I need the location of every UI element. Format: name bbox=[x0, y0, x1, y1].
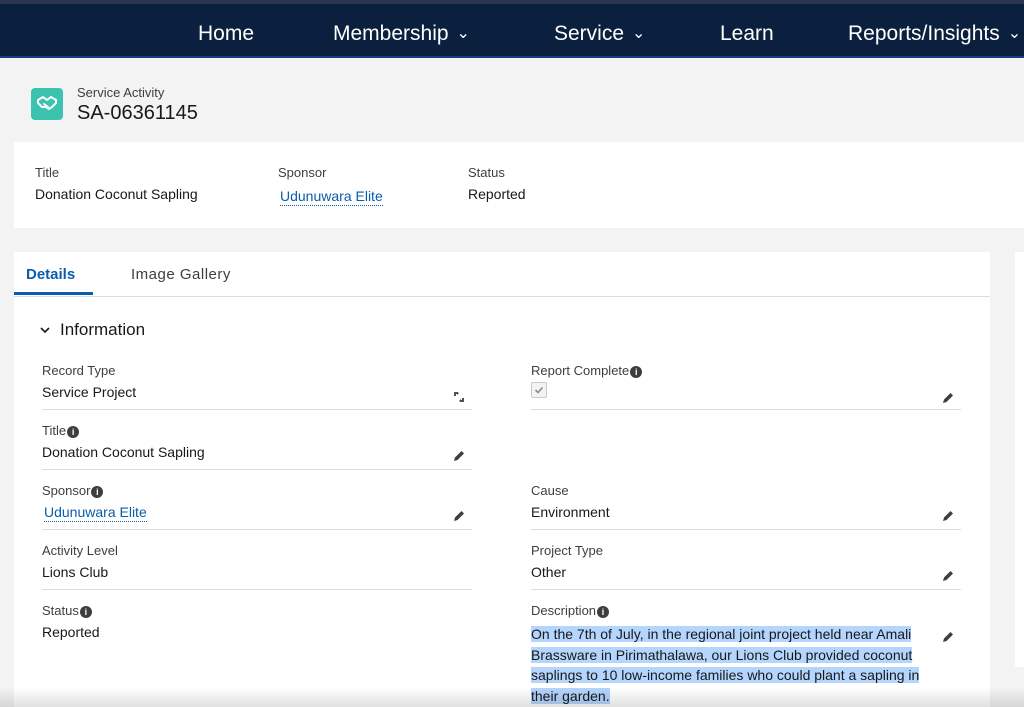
nav-item-label: Learn bbox=[720, 22, 774, 45]
field-label: Cause bbox=[531, 483, 569, 498]
field-value: Udunuwara Elite bbox=[42, 504, 147, 522]
chevron-down-icon: ⌄ bbox=[456, 25, 470, 42]
side-panel bbox=[1015, 252, 1024, 667]
field-value: Other bbox=[531, 564, 567, 580]
pencil-icon[interactable] bbox=[941, 569, 955, 583]
nav-item-label: Service bbox=[554, 22, 625, 45]
info-icon[interactable]: i bbox=[67, 426, 80, 438]
field-label: Status i bbox=[42, 603, 92, 618]
field-label: Project Type bbox=[531, 543, 604, 558]
handshake-icon bbox=[31, 88, 63, 120]
nav-item-service[interactable]: Service ⌄ bbox=[554, 22, 645, 46]
top-navigation: Home Membership ⌄ Service ⌄ Learn Reports/… bbox=[0, 0, 1024, 58]
report-complete-checkbox bbox=[531, 382, 547, 398]
info-icon[interactable]: i bbox=[91, 486, 104, 498]
field-label: Description i bbox=[531, 603, 610, 618]
field-label: Sponsor i bbox=[42, 483, 104, 498]
highlight-sponsor-label: Sponsor bbox=[278, 165, 327, 180]
pencil-icon[interactable] bbox=[452, 449, 466, 463]
pencil-icon[interactable] bbox=[941, 509, 955, 523]
tab-details[interactable]: Details bbox=[26, 266, 75, 283]
record-object-type: Service Activity bbox=[77, 85, 165, 100]
pencil-icon[interactable] bbox=[941, 391, 955, 405]
field-value: Service Project bbox=[42, 384, 137, 400]
field-divider bbox=[531, 589, 961, 590]
checkmark-icon bbox=[534, 386, 544, 394]
highlight-status-label: Status bbox=[468, 165, 505, 180]
chevron-down-icon bbox=[40, 327, 50, 334]
info-icon[interactable]: i bbox=[79, 606, 92, 618]
field-label: Activity Level bbox=[42, 543, 118, 558]
field-label: Report Complete i bbox=[531, 363, 643, 378]
field-value: Environment bbox=[531, 504, 610, 520]
field-label: Title i bbox=[42, 423, 80, 438]
tab-bar: Details Image Gallery bbox=[14, 252, 990, 297]
details-card: Details Image Gallery Information Record… bbox=[14, 252, 990, 707]
field-divider bbox=[42, 409, 472, 410]
highlight-sponsor-link[interactable]: Udunuwara Elite bbox=[280, 188, 383, 206]
field-divider bbox=[42, 529, 472, 530]
nav-item-membership[interactable]: Membership ⌄ bbox=[333, 22, 470, 46]
description-text[interactable]: On the 7th of July, in the regional join… bbox=[531, 626, 920, 704]
field-divider bbox=[42, 589, 472, 590]
section-title: Information bbox=[60, 320, 146, 339]
highlight-title-value: Donation Coconut Sapling bbox=[35, 186, 198, 202]
nav-item-reports-insights[interactable]: Reports/Insights ⌄ bbox=[848, 22, 1021, 46]
nav-item-label: Home bbox=[198, 22, 255, 45]
sponsor-link[interactable]: Udunuwara Elite bbox=[44, 504, 147, 522]
nav-item-label: Reports/Insights bbox=[848, 22, 1000, 45]
highlight-status-value: Reported bbox=[468, 186, 526, 202]
field-divider bbox=[42, 469, 472, 470]
field-label: Record Type bbox=[42, 363, 116, 378]
field-divider bbox=[531, 409, 961, 410]
highlight-title-label: Title bbox=[35, 165, 60, 180]
pencil-icon[interactable] bbox=[941, 630, 955, 644]
info-icon[interactable]: i bbox=[597, 606, 610, 618]
field-value: Lions Club bbox=[42, 564, 109, 580]
field-divider bbox=[531, 529, 961, 530]
field-value: Donation Coconut Sapling bbox=[42, 444, 205, 460]
info-icon[interactable]: i bbox=[630, 366, 643, 378]
active-tab-indicator bbox=[14, 292, 93, 295]
chevron-down-icon: ⌄ bbox=[632, 25, 646, 42]
field-value: Reported bbox=[42, 624, 100, 640]
pencil-icon[interactable] bbox=[452, 509, 466, 523]
sponsor-link-text[interactable]: Udunuwara Elite bbox=[280, 188, 383, 206]
change-record-type-icon[interactable] bbox=[452, 390, 466, 404]
record-name: SA-06361145 bbox=[77, 102, 198, 124]
record-header: Service Activity SA-06361145 bbox=[0, 58, 1024, 142]
nav-item-label: Membership bbox=[333, 22, 449, 45]
nav-item-learn[interactable]: Learn bbox=[720, 22, 774, 46]
section-information-toggle[interactable]: Information bbox=[40, 320, 145, 340]
chevron-down-icon: ⌄ bbox=[1007, 25, 1022, 42]
highlights-panel: Title Donation Coconut Sapling Sponsor U… bbox=[14, 142, 1024, 228]
field-value[interactable]: On the 7th of July, in the regional join… bbox=[531, 624, 937, 706]
tab-image-gallery[interactable]: Image Gallery bbox=[131, 266, 231, 283]
nav-item-home[interactable]: Home bbox=[198, 22, 254, 46]
